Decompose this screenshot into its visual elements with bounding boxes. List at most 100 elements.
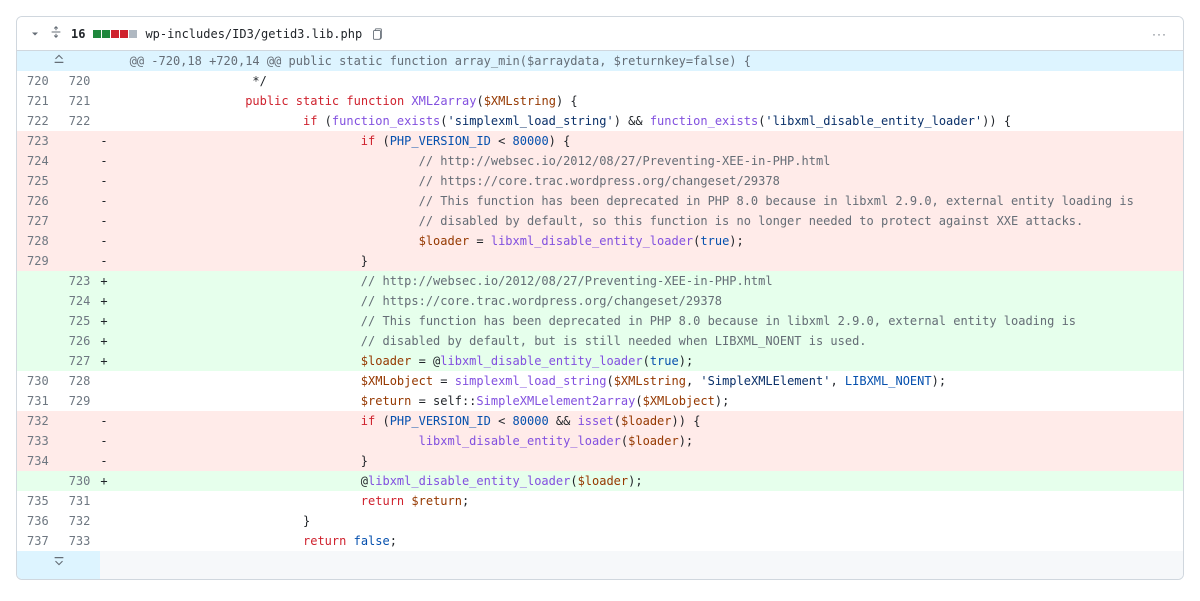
diff-line: 722722 if (function_exists('simplexml_lo…: [17, 111, 1183, 131]
old-line-number[interactable]: 734: [17, 451, 59, 471]
diff-stat-squares: [93, 30, 137, 38]
line-marker: -: [100, 231, 107, 251]
line-marker: -: [100, 451, 107, 471]
line-marker: [100, 531, 107, 551]
line-marker: -: [100, 191, 107, 211]
code-content: // http://websec.io/2012/08/27/Preventin…: [108, 151, 1183, 171]
new-line-number[interactable]: 720: [59, 71, 101, 91]
old-line-number[interactable]: 720: [17, 71, 59, 91]
old-line-number[interactable]: [17, 471, 59, 491]
new-line-number[interactable]: 731: [59, 491, 101, 511]
old-line-number[interactable]: 735: [17, 491, 59, 511]
old-line-number[interactable]: 736: [17, 511, 59, 531]
expand-icon: [49, 25, 63, 39]
new-line-number[interactable]: [59, 251, 101, 271]
new-line-number[interactable]: [59, 451, 101, 471]
old-line-number[interactable]: 727: [17, 211, 59, 231]
new-line-number[interactable]: 729: [59, 391, 101, 411]
new-line-number[interactable]: [59, 411, 101, 431]
file-header: 16 wp-includes/ID3/getid3.lib.php ···: [17, 17, 1183, 51]
expand-all-button[interactable]: [49, 25, 63, 42]
new-line-number[interactable]: [59, 191, 101, 211]
line-marker: -: [100, 211, 107, 231]
new-line-number[interactable]: [59, 431, 101, 451]
old-line-number[interactable]: [17, 351, 59, 371]
old-line-number[interactable]: [17, 271, 59, 291]
diff-line: 730728 $XMLobject = simplexml_load_strin…: [17, 371, 1183, 391]
old-line-number[interactable]: 724: [17, 151, 59, 171]
old-line-number[interactable]: [17, 291, 59, 311]
diff-line: 726+ // disabled by default, but is stil…: [17, 331, 1183, 351]
new-line-number[interactable]: 727: [59, 351, 101, 371]
diff-line: 727- // disabled by default, so this fun…: [17, 211, 1183, 231]
code-content: $loader = libxml_disable_entity_loader(t…: [108, 231, 1183, 251]
new-line-number[interactable]: [59, 231, 101, 251]
new-line-number[interactable]: 722: [59, 111, 101, 131]
code-content: if (PHP_VERSION_ID < 80000) {: [108, 131, 1183, 151]
new-line-number[interactable]: [59, 151, 101, 171]
old-line-number[interactable]: 731: [17, 391, 59, 411]
new-line-number[interactable]: 724: [59, 291, 101, 311]
code-content: // https://core.trac.wordpress.org/chang…: [108, 171, 1183, 191]
code-content: // disabled by default, but is still nee…: [108, 331, 1183, 351]
code-content: if (PHP_VERSION_ID < 80000 && isset($loa…: [108, 411, 1183, 431]
old-line-number[interactable]: 723: [17, 131, 59, 151]
line-marker: -: [100, 431, 107, 451]
old-line-number[interactable]: 732: [17, 411, 59, 431]
diff-line: 732 - if (PHP_VERSION_ID < 80000 && isset…: [17, 411, 1183, 431]
new-line-number[interactable]: 732: [59, 511, 101, 531]
code-content: $return = self::SimpleXMLelement2array($…: [108, 391, 1183, 411]
line-marker: -: [100, 151, 107, 171]
new-line-number[interactable]: 725: [59, 311, 101, 331]
hunk-header: @@ -720,18 +720,14 @@ public static func…: [108, 51, 1183, 71]
copy-icon: [370, 27, 384, 41]
line-marker: -: [100, 131, 107, 151]
code-content: if (function_exists('simplexml_load_stri…: [108, 111, 1183, 131]
diff-line: 724 - // http://websec.io/2012/08/27/Prev…: [17, 151, 1183, 171]
change-count: 16: [71, 27, 85, 41]
new-line-number[interactable]: 733: [59, 531, 101, 551]
diff-line: 726- // This function has been deprecate…: [17, 191, 1183, 211]
new-line-number[interactable]: 726: [59, 331, 101, 351]
old-line-number[interactable]: 726: [17, 191, 59, 211]
line-marker: +: [100, 291, 107, 311]
code-content: */: [108, 71, 1183, 91]
old-line-number[interactable]: 722: [17, 111, 59, 131]
old-line-number[interactable]: 733: [17, 431, 59, 451]
collapse-toggle[interactable]: [29, 28, 41, 40]
code-content: // This function has been deprecated in …: [108, 311, 1183, 331]
code-content: @libxml_disable_entity_loader($loader);: [108, 471, 1183, 491]
new-line-number[interactable]: 721: [59, 91, 101, 111]
file-path-link[interactable]: wp-includes/ID3/getid3.lib.php: [145, 27, 362, 41]
diff-line: 725 - // https://core.trac.wordpress.org/…: [17, 171, 1183, 191]
new-line-number[interactable]: [59, 211, 101, 231]
old-line-number[interactable]: 725: [17, 171, 59, 191]
old-line-number[interactable]: 729: [17, 251, 59, 271]
old-line-number[interactable]: [17, 331, 59, 351]
new-line-number[interactable]: 728: [59, 371, 101, 391]
copy-path-button[interactable]: [370, 27, 384, 41]
code-content: return false;: [108, 531, 1183, 551]
new-line-number[interactable]: [59, 131, 101, 151]
new-line-number[interactable]: 730: [59, 471, 101, 491]
file-menu-button[interactable]: ···: [1148, 27, 1171, 41]
diff-line: 728 - $loader = libxml_disable_entity_loa…: [17, 231, 1183, 251]
diff-line: 731729 $return = self::SimpleXMLelement2…: [17, 391, 1183, 411]
line-marker: [100, 391, 107, 411]
line-marker: -: [100, 251, 107, 271]
line-marker: -: [100, 411, 107, 431]
line-marker: -: [100, 171, 107, 191]
diff-line: 734- }: [17, 451, 1183, 471]
expand-up-button[interactable]: [17, 51, 100, 71]
diff-line: 727+ $loader = @libxml_disable_entity_lo…: [17, 351, 1183, 371]
diff-line: 723 - if (PHP_VERSION_ID < 80000) {: [17, 131, 1183, 151]
old-line-number[interactable]: 728: [17, 231, 59, 251]
old-line-number[interactable]: 730: [17, 371, 59, 391]
old-line-number[interactable]: 737: [17, 531, 59, 551]
diff-line: 737733 return false;: [17, 531, 1183, 551]
old-line-number[interactable]: 721: [17, 91, 59, 111]
new-line-number[interactable]: 723: [59, 271, 101, 291]
new-line-number[interactable]: [59, 171, 101, 191]
expand-down-button[interactable]: [17, 551, 100, 579]
old-line-number[interactable]: [17, 311, 59, 331]
